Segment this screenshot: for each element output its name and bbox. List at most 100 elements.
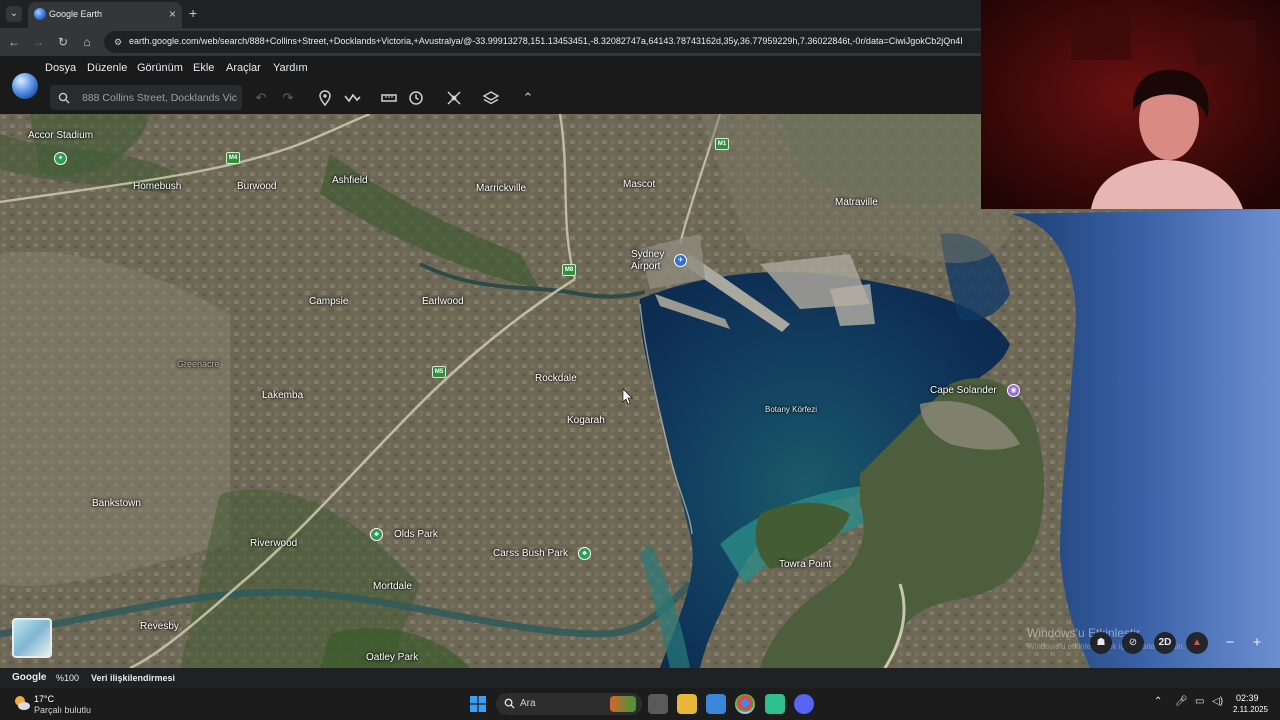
windows-start-icon[interactable] — [470, 696, 486, 712]
address-bar[interactable]: ⚙ earth.google.com/web/search/888+Collin… — [104, 31, 1004, 53]
tab-title: Google Earth — [49, 9, 103, 19]
earth-status-bar: Google %100 Veri ilişkilendirmesi — [0, 668, 1280, 688]
tab-close-icon[interactable]: × — [169, 7, 176, 21]
place-label[interactable]: Riverwood — [250, 538, 297, 549]
map-style-layers-icon[interactable] — [481, 88, 501, 108]
place-label[interactable]: Olds Park — [394, 529, 438, 540]
back-arrow-icon[interactable]: ← — [6, 34, 22, 50]
hide-tools-icon[interactable] — [444, 88, 464, 108]
road-shield: M1 — [715, 138, 729, 150]
chrome-icon[interactable] — [735, 694, 755, 714]
place-label[interactable]: Carss Bush Park — [493, 548, 568, 559]
taskbar-search-label: Ara — [520, 698, 536, 709]
place-label[interactable]: Burwood — [237, 181, 276, 192]
search-highlight-icon — [610, 696, 636, 712]
microphone-icon[interactable]: 🎤︎ — [1175, 696, 1188, 707]
clock-date[interactable]: 2.11.2025 — [1233, 705, 1268, 714]
road-shield: M4 — [226, 152, 240, 164]
park-pin-icon[interactable]: ♣ — [370, 528, 383, 541]
menu-dosya[interactable]: Dosya — [45, 62, 76, 74]
stadium-pin-icon[interactable]: ✦ — [54, 152, 67, 165]
search-icon — [504, 698, 515, 709]
historical-imagery-icon[interactable] — [406, 88, 426, 108]
place-label[interactable]: Oatley Park — [366, 652, 418, 663]
place-label[interactable]: Kogarah — [567, 415, 605, 426]
task-view-icon[interactable] — [648, 694, 668, 714]
place-label[interactable]: Earlwood — [422, 296, 464, 307]
place-label[interactable]: Matraville — [835, 197, 878, 208]
reload-icon[interactable]: ↻ — [55, 34, 71, 50]
menu-ekle[interactable]: Ekle — [193, 62, 214, 74]
discord-icon[interactable] — [794, 694, 814, 714]
place-label[interactable]: Sydney — [631, 249, 664, 260]
road-shield: M8 — [562, 264, 576, 276]
place-label[interactable]: Bankstown — [92, 498, 141, 509]
google-wordmark: Google — [12, 672, 47, 683]
place-label[interactable]: Ashfield — [332, 175, 368, 186]
place-label[interactable]: Rockdale — [535, 373, 577, 384]
landmark-pin-icon[interactable]: ◉ — [1007, 384, 1020, 397]
add-placemark-icon[interactable] — [315, 88, 335, 108]
weather-condition[interactable]: Parçalı bulutlu — [34, 705, 91, 715]
menu-yardim[interactable]: Yardım — [273, 62, 308, 74]
place-label[interactable]: Marrickville — [476, 183, 526, 194]
place-label[interactable]: Cape Solander — [930, 385, 997, 396]
compass-icon[interactable]: ▲ — [1186, 632, 1208, 654]
my-location-icon[interactable]: ⊘ — [1122, 632, 1144, 654]
place-label[interactable]: Mascot — [623, 179, 655, 190]
place-label[interactable]: Homebush — [133, 181, 181, 192]
taskbar-search[interactable]: Ara — [496, 693, 642, 715]
ruler-icon[interactable] — [379, 88, 399, 108]
place-label[interactable]: Towra Point — [779, 559, 831, 570]
screen: ⌄ Google Earth × + ← → ↻ ⌂ ⚙ earth.googl… — [0, 0, 1280, 720]
place-label[interactable]: Accor Stadium — [28, 130, 93, 141]
site-info-icon[interactable]: ⚙ — [112, 36, 124, 48]
microsoft-store-icon[interactable] — [706, 694, 726, 714]
place-label[interactable]: Campsie — [309, 296, 348, 307]
search-input[interactable]: 888 Collins Street, Docklands Vic — [50, 85, 242, 110]
place-label[interactable]: Airport — [631, 261, 660, 272]
collapse-chevron-up-icon[interactable]: ⌃ — [518, 88, 538, 108]
browser-tab-google-earth[interactable]: Google Earth × — [28, 2, 182, 28]
undo-icon[interactable]: ↶ — [251, 88, 271, 108]
webcam-overlay — [981, 0, 1280, 209]
google-earth-logo-icon[interactable] — [12, 73, 38, 99]
weather-partly-cloudy-icon[interactable] — [12, 693, 32, 713]
zoom-level: %100 — [56, 673, 80, 683]
search-placeholder: 888 Collins Street, Docklands Vic — [82, 92, 238, 104]
place-label[interactable]: Lakemba — [262, 390, 303, 401]
water-label[interactable]: Botany Körfezi — [765, 405, 817, 414]
home-icon[interactable]: ⌂ — [79, 34, 95, 50]
webcam-feed-image — [981, 0, 1280, 209]
search-icon — [58, 91, 70, 104]
network-icon[interactable]: ▭ — [1195, 696, 1204, 707]
map-style-thumbnail[interactable] — [12, 618, 52, 658]
pegman-street-view-icon[interactable]: ☗ — [1090, 632, 1112, 654]
park-pin-icon[interactable]: ♣ — [578, 547, 591, 560]
google-earth-favicon-icon — [34, 8, 46, 20]
redo-icon[interactable]: ↷ — [278, 88, 298, 108]
data-attribution-link[interactable]: Veri ilişkilendirmesi — [91, 673, 175, 683]
zoom-in-icon[interactable]: + — [1246, 632, 1268, 654]
clock-time[interactable]: 02:39 — [1236, 693, 1259, 703]
forward-arrow-icon[interactable]: → — [30, 34, 46, 50]
view-mode-toggle[interactable]: 2D — [1154, 632, 1176, 654]
weather-temperature[interactable]: 17°C — [34, 694, 54, 704]
menu-araclar[interactable]: Araçlar — [226, 62, 261, 74]
new-tab-plus-icon[interactable]: + — [189, 5, 197, 21]
app-green-icon[interactable] — [765, 694, 785, 714]
windows-taskbar: 17°C Parçalı bulutlu Ara ⌃ 🎤︎ ▭ ◁) 02:39… — [0, 688, 1280, 720]
place-label[interactable]: Revesby — [140, 621, 179, 632]
menu-gorunum[interactable]: Görünüm — [137, 62, 183, 74]
place-label-faint[interactable]: Greenacre — [177, 359, 220, 369]
file-explorer-icon[interactable] — [677, 694, 697, 714]
zoom-out-icon[interactable]: − — [1219, 632, 1241, 654]
airport-pin-icon[interactable]: ✈ — [674, 254, 687, 267]
draw-path-icon[interactable] — [342, 88, 362, 108]
volume-icon[interactable]: ◁) — [1212, 696, 1223, 707]
tab-list-chevron-icon[interactable]: ⌄ — [6, 6, 22, 22]
tray-overflow-chevron-icon[interactable]: ⌃ — [1154, 696, 1162, 707]
url-text: earth.google.com/web/search/888+Collins+… — [129, 36, 963, 46]
menu-duzenle[interactable]: Düzenle — [87, 62, 127, 74]
place-label[interactable]: Mortdale — [373, 581, 412, 592]
